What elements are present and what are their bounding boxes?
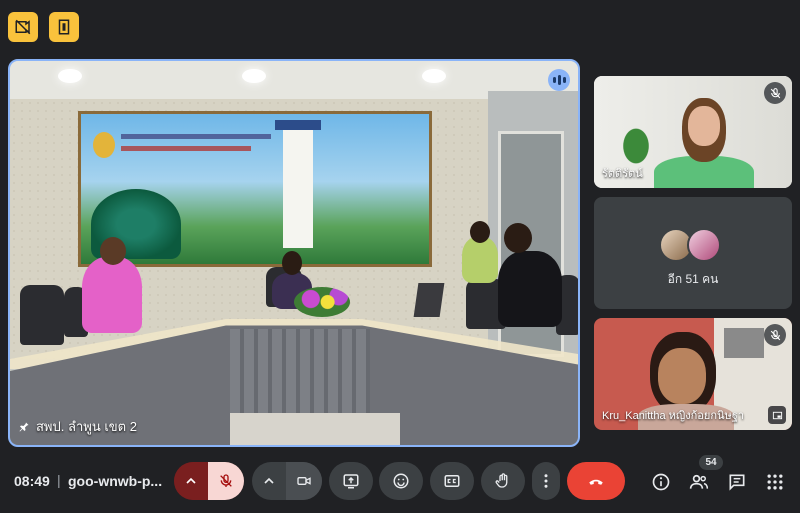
chat-icon bbox=[729, 474, 745, 491]
main-video-tile[interactable]: สพป. ลำพูน เขต 2 bbox=[8, 59, 580, 447]
avatar-group bbox=[594, 228, 792, 262]
main-participant-label: สพป. ลำพูน เขต 2 bbox=[18, 416, 137, 437]
mic-off-icon bbox=[764, 324, 786, 346]
control-bar: 08:49 | goo-wnwb-p... bbox=[0, 456, 800, 506]
participants-count-badge: 54 bbox=[699, 455, 723, 470]
mic-toggle-button[interactable] bbox=[208, 462, 244, 500]
captions-icon bbox=[444, 475, 460, 487]
other-participants-tile[interactable]: อีก 51 คน bbox=[594, 197, 792, 309]
present-screen-button[interactable] bbox=[329, 462, 373, 500]
participant-tile-3[interactable]: Kru_Kanittha หญิงก้อยกนิษฐา bbox=[594, 318, 792, 430]
meeting-code: goo-wnwb-p... bbox=[68, 473, 163, 489]
people-button[interactable] bbox=[688, 471, 710, 493]
activities-button[interactable] bbox=[764, 471, 786, 493]
info-icon bbox=[652, 473, 670, 491]
mic-off-icon bbox=[764, 82, 786, 104]
participant-name: Kru_Kanittha หญิงก้อยกนิษฐา bbox=[602, 410, 745, 422]
chat-button[interactable] bbox=[726, 471, 748, 493]
captions-button[interactable] bbox=[430, 462, 474, 500]
meeting-info-button[interactable] bbox=[650, 471, 672, 493]
audio-options-button[interactable] bbox=[174, 462, 208, 500]
chevron-up-icon bbox=[186, 477, 196, 484]
hang-up-icon bbox=[589, 479, 603, 485]
participant-tile-1[interactable]: รัตติรัตน์ bbox=[594, 76, 792, 188]
camera-toggle-button[interactable] bbox=[286, 462, 322, 500]
meeting-time: 08:49 bbox=[14, 473, 50, 489]
more-vert-icon bbox=[544, 474, 548, 488]
present-screen-icon bbox=[343, 474, 359, 489]
pin-icon bbox=[19, 422, 29, 431]
camera-control-group bbox=[252, 462, 322, 500]
no-video-layout-icon[interactable] bbox=[8, 12, 38, 42]
banner-image bbox=[78, 111, 432, 267]
people-icon bbox=[689, 474, 709, 489]
pin-tile-icon[interactable] bbox=[768, 406, 786, 424]
door-exit-icon[interactable] bbox=[49, 12, 79, 42]
hand-icon bbox=[495, 473, 508, 488]
mic-control-group bbox=[174, 462, 244, 500]
conference-room-video bbox=[10, 61, 578, 445]
apps-grid-icon bbox=[767, 474, 783, 490]
raise-hand-button[interactable] bbox=[481, 462, 525, 500]
main-participant-name: สพป. ลำพูน เขต 2 bbox=[36, 419, 137, 434]
chevron-up-icon bbox=[264, 477, 274, 484]
video-camera-icon bbox=[297, 477, 311, 485]
divider: | bbox=[57, 472, 61, 488]
video-options-button[interactable] bbox=[252, 462, 286, 500]
mic-off-icon bbox=[220, 474, 232, 487]
leave-call-button[interactable] bbox=[567, 462, 625, 500]
others-count-label: อีก 51 คน bbox=[667, 272, 719, 286]
emoji-icon bbox=[393, 473, 409, 489]
reactions-button[interactable] bbox=[379, 462, 423, 500]
more-options-button[interactable] bbox=[532, 462, 560, 500]
avatar bbox=[687, 228, 721, 262]
participant-name: รัตติรัตน์ bbox=[602, 168, 643, 180]
speaking-indicator-icon bbox=[548, 69, 570, 91]
